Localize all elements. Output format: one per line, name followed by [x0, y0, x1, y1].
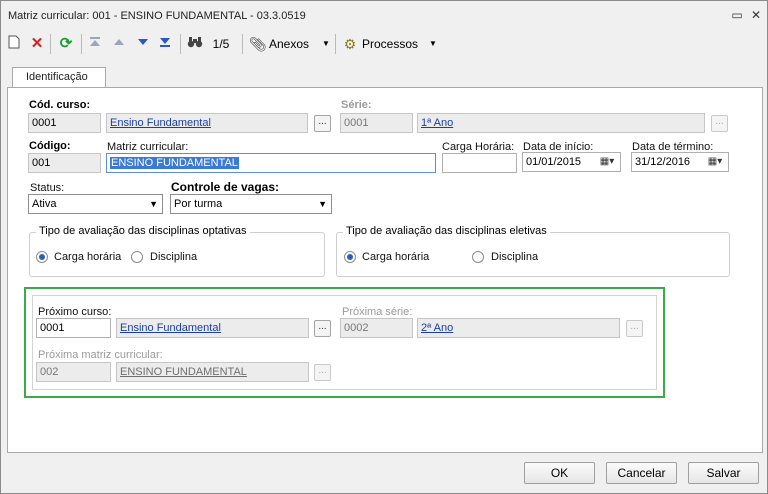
next-record-icon[interactable] — [136, 35, 150, 53]
codigo-label: Código: — [29, 140, 71, 152]
proximo-curso-field[interactable]: 0001 — [36, 318, 111, 338]
proxima-matriz-name-link[interactable]: ENSINO FUNDAMENTAL — [116, 362, 309, 382]
calendar-dropdown-icon[interactable]: ▦▾ — [595, 155, 619, 171]
cod-curso-field[interactable]: 0001 — [28, 113, 101, 133]
title-bar: Matriz curricular: 001 - ENSINO FUNDAMEN… — [1, 1, 767, 29]
first-record-icon[interactable] — [88, 35, 102, 53]
record-position: 1/5 — [212, 37, 230, 51]
curso-lookup-button[interactable]: ... — [314, 115, 331, 132]
carga-horaria-field[interactable] — [442, 153, 517, 173]
toolbar-separator — [180, 34, 181, 54]
chevron-down-icon: ▼ — [318, 199, 327, 209]
status-select[interactable]: Ativa ▼ — [28, 194, 163, 214]
optativas-carga-horaria-label: Carga horária — [54, 251, 122, 263]
data-inicio-field[interactable]: 01/01/2015 ▦▾ — [522, 152, 621, 172]
matriz-value: ENSINO FUNDAMENTAL — [110, 157, 239, 169]
binoculars-icon[interactable] — [186, 35, 204, 53]
toolbar: ✕ ⟳ 1/5 📎︎ Anexos ▼ ⚙ Processos ▼ — [1, 30, 767, 58]
calendar-dropdown-icon[interactable]: ▦▾ — [703, 155, 727, 171]
carga-horaria-label: Carga Horária: — [442, 141, 515, 153]
serie-name-link[interactable]: 1ª Ano — [417, 113, 705, 133]
proximo-curso-label: Próximo curso: — [38, 306, 112, 318]
delete-icon[interactable]: ✕ — [29, 35, 45, 53]
proxima-serie-name-link[interactable]: 2ª Ano — [417, 318, 620, 338]
toolbar-separator — [81, 34, 82, 54]
dialog-window: Matriz curricular: 001 - ENSINO FUNDAMEN… — [0, 0, 768, 494]
toolbar-separator — [50, 34, 51, 54]
toolbar-separator — [335, 34, 336, 54]
codigo-field[interactable]: 001 — [28, 153, 101, 173]
cancel-button[interactable]: Cancelar — [606, 462, 677, 484]
restore-icon[interactable]: ▭ — [729, 7, 745, 23]
proxima-matriz-lookup-button[interactable]: ... — [314, 364, 331, 381]
serie-lookup-button[interactable]: ... — [711, 115, 728, 132]
optativas-disciplina-label: Disciplina — [150, 251, 198, 263]
proxima-serie-field[interactable]: 0002 — [340, 318, 413, 338]
chevron-down-icon[interactable]: ▼ — [428, 35, 438, 53]
eletivas-carga-horaria-label: Carga horária — [362, 251, 430, 263]
proximo-curso-name-link[interactable]: Ensino Fundamental — [116, 318, 309, 338]
toolbar-separator — [242, 34, 243, 54]
processos-menu[interactable]: Processos — [362, 35, 422, 53]
optativas-carga-horaria-radio[interactable] — [36, 251, 48, 263]
window-title: Matriz curricular: 001 - ENSINO FUNDAMEN… — [8, 10, 306, 22]
gears-icon[interactable]: ⚙ — [341, 35, 359, 53]
last-record-icon[interactable] — [158, 35, 172, 53]
chevron-down-icon[interactable]: ▼ — [321, 35, 331, 53]
avaliacao-optativas-title: Tipo de avaliação das disciplinas optati… — [36, 225, 250, 237]
status-label: Status: — [30, 182, 65, 194]
avaliacao-eletivas-title: Tipo de avaliação das disciplinas eletiv… — [343, 225, 550, 237]
eletivas-disciplina-radio[interactable] — [472, 251, 484, 263]
proxima-serie-label: Próxima série: — [342, 306, 413, 318]
radio-dot — [39, 254, 45, 260]
proxima-matriz-field[interactable]: 002 — [36, 362, 111, 382]
eletivas-disciplina-label: Disciplina — [491, 251, 539, 263]
data-termino-value: 31/12/2016 — [635, 156, 691, 168]
save-button[interactable]: Salvar — [688, 462, 759, 484]
cod-curso-label: Cód. curso: — [29, 99, 91, 111]
close-icon[interactable]: ✕ — [748, 7, 764, 23]
data-inicio-value: 01/01/2015 — [526, 156, 582, 168]
controle-vagas-label: Controle de vagas: — [171, 180, 280, 194]
controle-vagas-select[interactable]: Por turma ▼ — [170, 194, 332, 214]
eletivas-carga-horaria-radio[interactable] — [344, 251, 356, 263]
optativas-disciplina-radio[interactable] — [131, 251, 143, 263]
radio-dot — [347, 254, 353, 260]
controle-vagas-value: Por turma — [174, 198, 223, 210]
serie-field[interactable]: 0001 — [340, 113, 413, 133]
data-termino-field[interactable]: 31/12/2016 ▦▾ — [631, 152, 729, 172]
matriz-field[interactable]: ENSINO FUNDAMENTAL — [106, 153, 436, 173]
new-icon[interactable] — [7, 35, 21, 53]
matriz-label: Matriz curricular: — [107, 141, 189, 153]
tab-identificacao[interactable]: Identificação — [12, 67, 106, 88]
curso-name-link[interactable]: Ensino Fundamental — [106, 113, 308, 133]
serie-label: Série: — [341, 99, 372, 111]
ok-button[interactable]: OK — [524, 462, 595, 484]
proxima-serie-lookup-button[interactable]: ... — [626, 320, 643, 337]
previous-record-icon[interactable] — [112, 35, 126, 53]
status-value: Ativa — [32, 198, 57, 210]
anexos-menu[interactable]: Anexos — [269, 35, 315, 53]
chevron-down-icon: ▼ — [149, 199, 158, 209]
proxima-matriz-label: Próxima matriz curricular: — [38, 349, 163, 361]
refresh-icon[interactable]: ⟳ — [57, 35, 75, 53]
paperclip-icon[interactable]: 📎︎ — [249, 35, 267, 53]
proximo-curso-lookup-button[interactable]: ... — [314, 320, 331, 337]
